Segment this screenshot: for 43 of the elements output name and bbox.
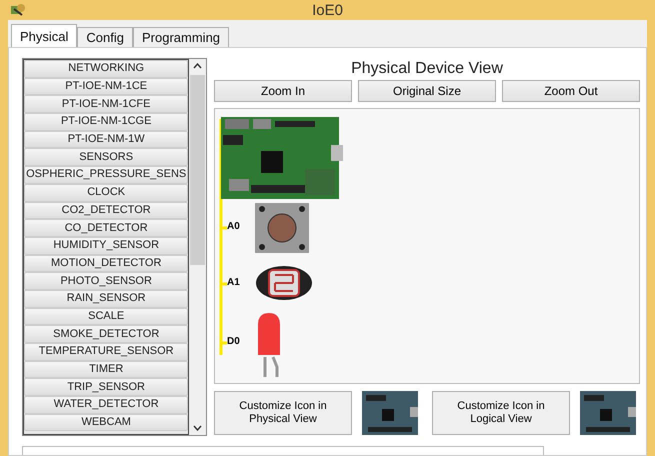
list-item[interactable]: CO_DETECTOR [24,219,188,237]
tab[interactable]: Config [77,27,133,47]
tab[interactable]: Programming [133,27,230,47]
list-item[interactable]: CO2_DETECTOR [24,202,188,220]
pin-label: A1 [227,277,240,289]
window-title: IoE0 [312,2,343,18]
list-item[interactable]: SENSORS [24,148,188,166]
list-item[interactable]: WATER_DETECTOR [24,396,188,414]
view-title: Physical Device View [350,59,504,79]
zoom-button[interactable]: Zoom Out [502,80,640,102]
push-button-drawing [255,203,309,253]
list-item[interactable]: PT-IOE-NM-1W [24,130,188,148]
photo-sensor-drawing [255,265,313,301]
customize-button[interactable]: Customize Icon in Physical View [214,391,352,435]
scroll-down-icon[interactable] [193,425,202,431]
board-thumbnail-drawing [362,391,418,435]
tab[interactable]: Physical [11,24,78,47]
list-item[interactable]: PT-IOE-NM-1CGE [24,113,188,131]
list-item[interactable]: PHOTO_SENSOR [24,272,188,290]
list-item[interactable]: WEBCAM [24,414,188,432]
list-item[interactable]: TRIP_SENSOR [24,378,188,396]
app-icon [10,3,26,17]
list-item[interactable]: RAIN_SENSOR [24,290,188,308]
board-thumbnail-drawing [580,391,636,435]
zoom-button[interactable]: Original Size [358,80,496,102]
list-item[interactable]: PT-IOE-NM-1CE [24,78,188,96]
list-item[interactable]: PT-IOE-NM-1CFE [24,95,188,114]
list-item[interactable]: HUMIDITY_SENSOR [24,236,188,255]
list-item[interactable]: TIMER [24,360,188,378]
list-item[interactable]: SCALE [24,308,188,326]
scroll-up-icon[interactable] [193,63,202,69]
list-item[interactable]: TEMPERATURE_SENSOR [24,343,188,361]
scrollbar[interactable] [189,59,206,435]
customize-button[interactable]: Customize Icon in Logical View [432,391,570,435]
pin-label: D0 [227,336,240,348]
list-item[interactable]: CLOCK [24,184,188,202]
scroll-thumb[interactable] [190,75,206,265]
list-item[interactable]: NETWORKING [24,60,188,78]
pin-label: A0 [227,221,240,233]
list-item[interactable]: MOTION_DETECTOR [24,254,188,272]
list-item[interactable]: SMOKE_DETECTOR [24,325,188,343]
zoom-button[interactable]: Zoom In [214,80,352,102]
list-item[interactable]: OSPHERIC_PRESSURE_SENS [24,166,188,184]
